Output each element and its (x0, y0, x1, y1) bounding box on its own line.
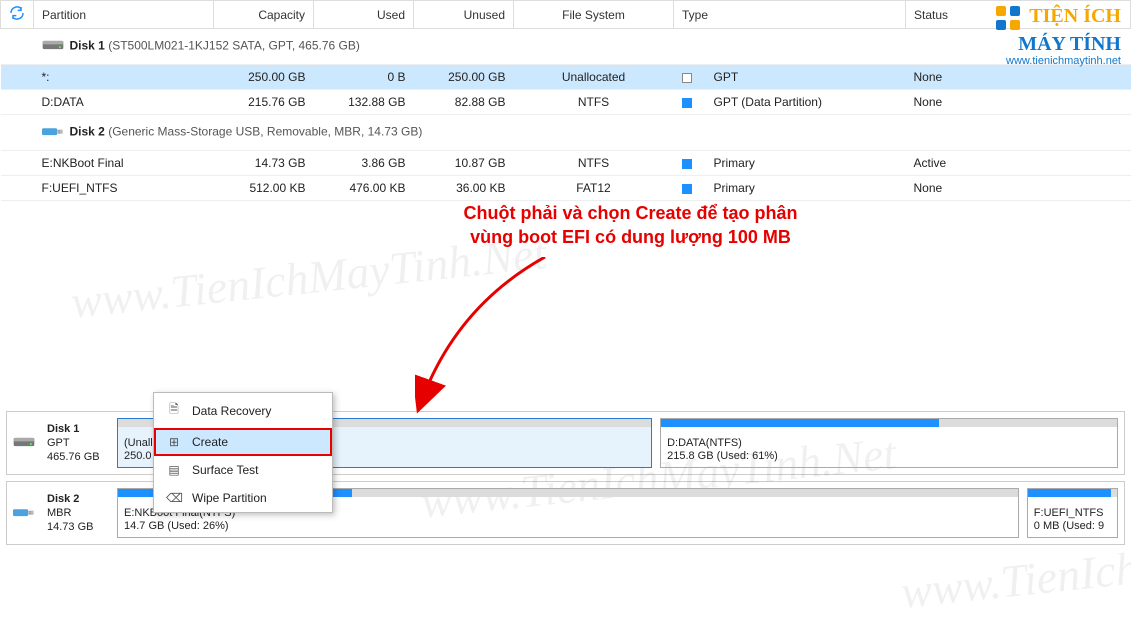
partition-used: 0 B (314, 65, 414, 90)
partition-unused: 36.00 KB (414, 176, 514, 201)
partition-capacity: 512.00 KB (214, 176, 314, 201)
col-partition[interactable]: Partition (34, 1, 214, 29)
partition-unused: 82.88 GB (414, 90, 514, 115)
partition-filesystem: NTFS (514, 151, 674, 176)
partition-capacity: 215.76 GB (214, 90, 314, 115)
partition-type-icon (682, 159, 692, 169)
table-header-row: Partition Capacity Used Unused File Syst… (1, 1, 1131, 29)
map-partition-size: 0 MB (Used: 9 (1034, 520, 1111, 533)
partition-drive: D:DATA (34, 90, 214, 115)
menu-item-label: Create (192, 435, 228, 449)
menu-item-label: Wipe Partition (192, 491, 267, 505)
partition-unused: 10.87 GB (414, 151, 514, 176)
disk-icon (42, 37, 64, 56)
disk-icon (13, 504, 35, 523)
col-filesystem[interactable]: File System (514, 1, 674, 29)
menu-item-wipe-partition[interactable]: ⌫ Wipe Partition (154, 484, 332, 512)
menu-item-label: Data Recovery (192, 404, 271, 418)
refresh-button[interactable] (1, 1, 34, 29)
partition-type-icon (682, 73, 692, 83)
partition-drive: *: (34, 65, 214, 90)
map-partition-label: F:UEFI_NTFS (1034, 507, 1111, 520)
partition-capacity: 250.00 GB (214, 65, 314, 90)
partition-row[interactable]: *:250.00 GB0 B250.00 GBUnallocatedGPTNon… (1, 65, 1131, 90)
menu-item-data-recovery[interactable]: 🗎 Data Recovery (154, 393, 332, 428)
partition-row[interactable]: F:UEFI_NTFS512.00 KB476.00 KB36.00 KBFAT… (1, 176, 1131, 201)
partition-type: GPT (Data Partition) (706, 90, 906, 115)
disk-header-row[interactable]: Disk 1 (ST500LM021-1KJ152 SATA, GPT, 465… (1, 29, 1131, 65)
disk-map-partition[interactable]: F:UEFI_NTFS0 MB (Used: 9 (1027, 488, 1118, 538)
disk-name: Disk 1 (70, 39, 105, 53)
disk-header-row[interactable]: Disk 2 (Generic Mass-Storage USB, Remova… (1, 115, 1131, 151)
partition-filesystem: FAT12 (514, 176, 674, 201)
menu-item-create[interactable]: ⊞ Create (154, 428, 332, 456)
disk-subinfo: (Generic Mass-Storage USB, Removable, MB… (108, 125, 422, 139)
partition-drive: E:NKBoot Final (34, 151, 214, 176)
refresh-icon (9, 10, 25, 24)
partition-status: Active (906, 151, 1131, 176)
partition-type: GPT (706, 65, 906, 90)
brand-logo: TIỆN ÍCH MÁY TÍNH www.tienichmaytinh.net (994, 4, 1121, 67)
partition-row[interactable]: E:NKBoot Final14.73 GB3.86 GB10.87 GBNTF… (1, 151, 1131, 176)
menu-item-label: Surface Test (192, 463, 258, 477)
disk-map: Disk 1GPT465.76 GB(Unallocated)250.0 GBD… (6, 411, 1125, 475)
partition-status: None (906, 65, 1131, 90)
partition-status: None (906, 90, 1131, 115)
disk-subinfo: (ST500LM021-1KJ152 SATA, GPT, 465.76 GB) (108, 39, 360, 53)
partition-used: 476.00 KB (314, 176, 414, 201)
partition-type-icon (682, 184, 692, 194)
menu-item-surface-test[interactable]: ▤ Surface Test (154, 456, 332, 484)
partition-unused: 250.00 GB (414, 65, 514, 90)
partition-filesystem: NTFS (514, 90, 674, 115)
col-used[interactable]: Used (314, 1, 414, 29)
col-unused[interactable]: Unused (414, 1, 514, 29)
disk-name: Disk 2 (70, 125, 105, 139)
partition-used: 132.88 GB (314, 90, 414, 115)
disk-icon (13, 434, 35, 453)
create-icon: ⊞ (166, 435, 182, 449)
disk-map-partition[interactable]: D:DATA(NTFS)215.8 GB (Used: 61%) (660, 418, 1118, 468)
partition-used: 3.86 GB (314, 151, 414, 176)
logo-icon (994, 4, 1022, 34)
col-capacity[interactable]: Capacity (214, 1, 314, 29)
wipe-icon: ⌫ (166, 491, 182, 505)
partition-type: Primary (706, 151, 906, 176)
recovery-icon: 🗎 (166, 400, 182, 421)
map-partition-size: 14.7 GB (Used: 26%) (124, 520, 1012, 533)
partition-capacity: 14.73 GB (214, 151, 314, 176)
partition-filesystem: Unallocated (514, 65, 674, 90)
annotation-text: Chuột phải và chọn Create để tạo phân vù… (290, 201, 971, 250)
partition-row[interactable]: D:DATA215.76 GB132.88 GB82.88 GBNTFS GPT … (1, 90, 1131, 115)
map-partition-size: 215.8 GB (Used: 61%) (667, 450, 1111, 463)
partition-table[interactable]: Partition Capacity Used Unused File Syst… (0, 0, 1131, 201)
disk-map-label: Disk 1GPT465.76 GB (13, 418, 109, 468)
map-partition-label: D:DATA(NTFS) (667, 437, 1111, 450)
partition-type-icon (682, 98, 692, 108)
partition-drive: F:UEFI_NTFS (34, 176, 214, 201)
annotation-arrow-icon (415, 257, 615, 417)
disk-map-label: Disk 2MBR14.73 GB (13, 488, 109, 538)
disk-icon (42, 123, 64, 142)
partition-status: None (906, 176, 1131, 201)
col-type[interactable]: Type (674, 1, 906, 29)
surface-icon: ▤ (166, 463, 182, 477)
partition-type: Primary (706, 176, 906, 201)
context-menu: 🗎 Data Recovery ⊞ Create ▤ Surface Test ⌫ Wipe … (153, 392, 333, 513)
